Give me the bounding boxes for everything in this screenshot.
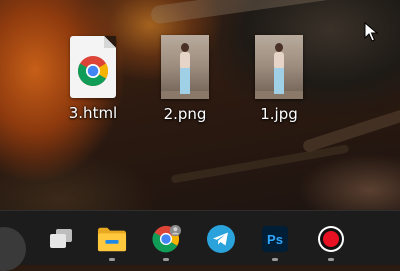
- file-explorer-button[interactable]: [97, 224, 127, 261]
- desktop-icon-1-jpg[interactable]: 1.jpg: [239, 35, 319, 123]
- taskbar: Ps: [0, 210, 400, 271]
- desktop-icon-2-png[interactable]: 2.png: [145, 35, 225, 123]
- running-indicator: [272, 258, 278, 261]
- svg-text:Ps: Ps: [267, 232, 283, 247]
- photo-thumbnail: [255, 35, 303, 99]
- record-icon: [318, 226, 344, 252]
- telegram-button[interactable]: [206, 224, 236, 254]
- photo-thumbnail: [161, 35, 209, 99]
- desktop-icon-3-html[interactable]: 3.html: [53, 36, 133, 122]
- chrome-icon: [77, 56, 109, 87]
- desktop-icon-label: 1.jpg: [260, 105, 298, 123]
- mouse-cursor-icon: [364, 22, 378, 42]
- telegram-icon: [207, 225, 235, 253]
- desktop-icon-label: 2.png: [163, 105, 207, 123]
- screen-recorder-button[interactable]: [316, 224, 346, 261]
- desktop-wallpaper: 3.html 2.png 1.jpg: [0, 0, 400, 210]
- chrome-taskbar-button[interactable]: [151, 224, 181, 261]
- photoshop-icon: Ps: [262, 226, 288, 252]
- start-button[interactable]: [0, 227, 26, 271]
- running-indicator: [109, 258, 115, 261]
- chrome-icon: [152, 224, 181, 253]
- html-file-icon: [70, 36, 116, 98]
- running-indicator: [163, 258, 169, 261]
- running-indicator: [328, 258, 334, 261]
- photoshop-button[interactable]: Ps: [260, 224, 290, 261]
- task-view-button[interactable]: [46, 224, 76, 254]
- folder-icon: [97, 227, 127, 252]
- desktop-icon-label: 3.html: [68, 104, 118, 122]
- task-view-icon: [50, 229, 72, 248]
